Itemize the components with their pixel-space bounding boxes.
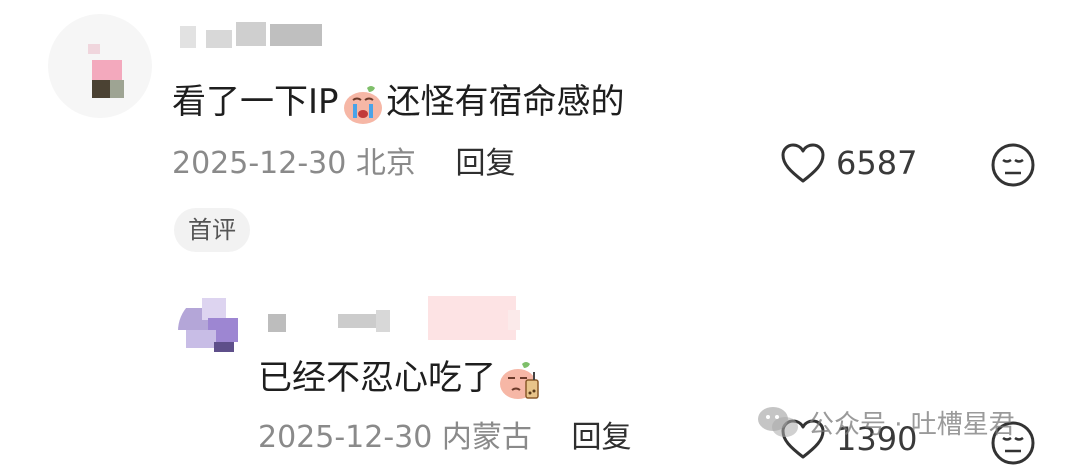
- avatar[interactable]: [48, 14, 152, 118]
- comment-text: 看了一下IP 还怪有宿命感的: [172, 80, 625, 126]
- username-blurred[interactable]: [180, 20, 330, 54]
- heart-icon[interactable]: [780, 142, 826, 184]
- crying-face-emoji: [341, 82, 385, 126]
- reply-button[interactable]: 回复: [455, 146, 515, 181]
- comment-date: 2025-12-30: [258, 420, 433, 455]
- comment-location: 北京: [355, 146, 416, 181]
- username-blurred[interactable]: [268, 296, 528, 346]
- reply-button[interactable]: 回复: [571, 420, 631, 455]
- avatar[interactable]: [178, 294, 252, 368]
- comment-text-part: 已经不忍心吃了: [258, 358, 496, 398]
- like-button[interactable]: 6587: [780, 142, 917, 184]
- comment-text-part: 看了一下IP: [172, 82, 339, 122]
- watermark: 公众号 · 吐槽星君: [756, 404, 1015, 441]
- dislike-face-icon[interactable]: [990, 142, 1036, 192]
- wechat-icon: [758, 406, 798, 437]
- comment-meta: 2025-12-30 内蒙古 回复: [258, 418, 631, 458]
- watermark-text: 公众号 · 吐槽星君: [808, 410, 1015, 440]
- first-comment-badge: 首评: [174, 208, 250, 252]
- comment-date: 2025-12-30: [172, 146, 347, 181]
- comment-section: 看了一下IP 还怪有宿命感的 2025-12-30 北京 回复 6587 首评 …: [0, 0, 1080, 467]
- comment-meta: 2025-12-30 北京 回复: [172, 144, 515, 184]
- bubble-tea-sad-emoji: [498, 358, 542, 402]
- comment-text: 已经不忍心吃了: [258, 356, 544, 402]
- like-count: 6587: [836, 144, 918, 182]
- comment-text-part: 还怪有宿命感的: [386, 82, 625, 122]
- comment-location: 内蒙古: [441, 420, 532, 455]
